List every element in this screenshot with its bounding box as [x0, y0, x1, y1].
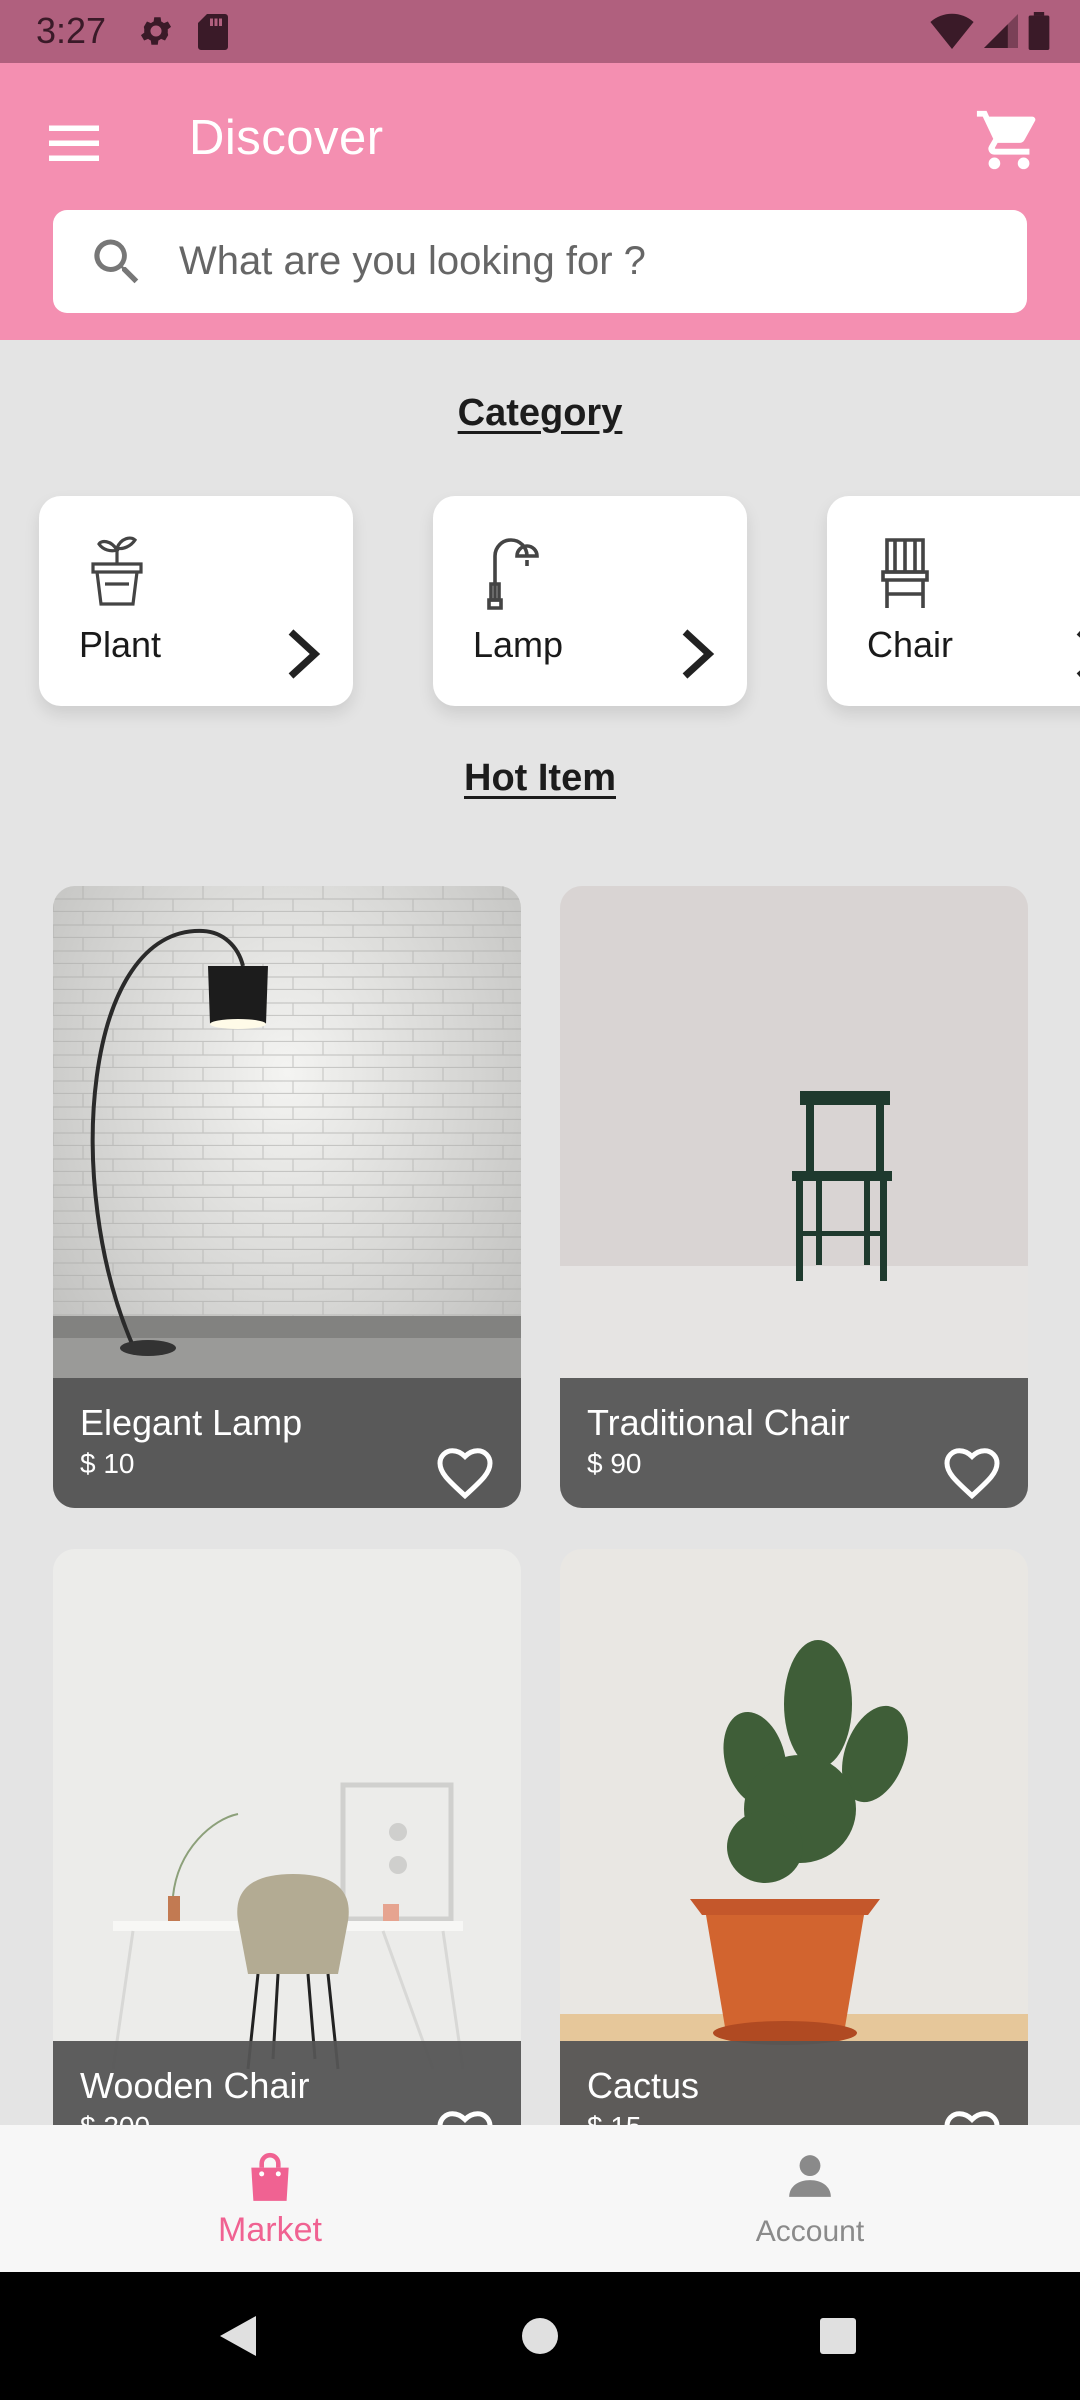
- nav-item-market[interactable]: Market: [0, 2125, 540, 2272]
- chevron-right-icon: [682, 629, 715, 679]
- back-icon[interactable]: [216, 2312, 260, 2360]
- lamp-icon: [487, 538, 539, 610]
- chevron-right-icon: [288, 629, 321, 679]
- nav-label-market: Market: [218, 2211, 322, 2249]
- app-bar: Discover What are you looking for ?: [0, 63, 1080, 340]
- heart-icon[interactable]: [942, 1444, 1002, 1500]
- product-price: $ 90: [587, 1448, 642, 1479]
- search-input[interactable]: What are you looking for ?: [53, 210, 1027, 313]
- category-card-lamp[interactable]: Lamp: [433, 496, 747, 706]
- product-price: $ 15: [587, 2111, 642, 2125]
- status-time: 3:27: [36, 10, 107, 51]
- heart-icon[interactable]: [942, 2107, 1002, 2125]
- category-list[interactable]: Plant Lamp Chair: [0, 470, 1080, 730]
- page-title: Discover: [189, 111, 384, 165]
- hot-item-heading: Hot Item: [464, 757, 616, 799]
- shopping-bag-icon: [251, 2152, 289, 2201]
- product-card-wooden-chair[interactable]: Wooden Chair $ 200: [53, 1549, 521, 2125]
- heart-icon[interactable]: [435, 1444, 495, 1500]
- product-card-elegant-lamp[interactable]: Elegant Lamp $ 10: [53, 886, 521, 1508]
- cart-icon[interactable]: [974, 105, 1044, 175]
- product-title: Cactus: [587, 2065, 700, 2106]
- search-placeholder: What are you looking for ?: [179, 239, 646, 283]
- product-info-overlay: Elegant Lamp $ 10: [53, 1378, 521, 1508]
- chair-icon: [881, 538, 929, 608]
- category-card-plant[interactable]: Plant: [39, 496, 353, 706]
- category-label: Chair: [867, 624, 954, 665]
- battery-icon: [1028, 12, 1050, 50]
- product-info-overlay: Traditional Chair $ 90: [560, 1378, 1028, 1508]
- product-image: [53, 1549, 521, 2125]
- gear-icon: [140, 17, 172, 45]
- person-icon: [789, 2155, 831, 2197]
- product-price: $ 200: [80, 2111, 150, 2125]
- product-title: Elegant Lamp: [80, 1402, 303, 1443]
- status-bar: 3:27: [0, 0, 1080, 63]
- home-icon[interactable]: [520, 2312, 560, 2360]
- chevron-right-icon: [1076, 630, 1080, 678]
- signal-icon: [984, 14, 1018, 48]
- product-info-overlay: Cactus $ 15: [560, 2041, 1028, 2125]
- system-navigation-bar: [0, 2272, 1080, 2400]
- product-card-cactus[interactable]: Cactus $ 15: [560, 1549, 1028, 2125]
- nav-item-account[interactable]: Account: [540, 2125, 1080, 2272]
- product-image: [560, 1549, 1028, 2125]
- menu-icon[interactable]: [44, 113, 104, 173]
- nav-label-account: Account: [755, 2215, 865, 2248]
- bottom-navigation: Market Account: [0, 2125, 1080, 2272]
- product-info-overlay: Wooden Chair $ 200: [53, 2041, 521, 2125]
- product-title: Wooden Chair: [80, 2065, 310, 2106]
- category-label: Lamp: [473, 624, 564, 665]
- recents-icon[interactable]: [818, 2312, 858, 2360]
- product-price: $ 10: [80, 1448, 135, 1479]
- product-title: Traditional Chair: [587, 1402, 850, 1443]
- category-card-chair[interactable]: Chair: [827, 496, 1080, 706]
- search-icon: [94, 239, 139, 284]
- category-heading: Category: [457, 392, 623, 434]
- sd-card-icon: [198, 14, 228, 50]
- product-card-traditional-chair[interactable]: Traditional Chair $ 90: [560, 886, 1028, 1508]
- plant-pot-icon: [91, 536, 143, 606]
- category-label: Plant: [79, 624, 162, 665]
- wifi-icon: [930, 13, 974, 49]
- heart-icon[interactable]: [435, 2107, 495, 2125]
